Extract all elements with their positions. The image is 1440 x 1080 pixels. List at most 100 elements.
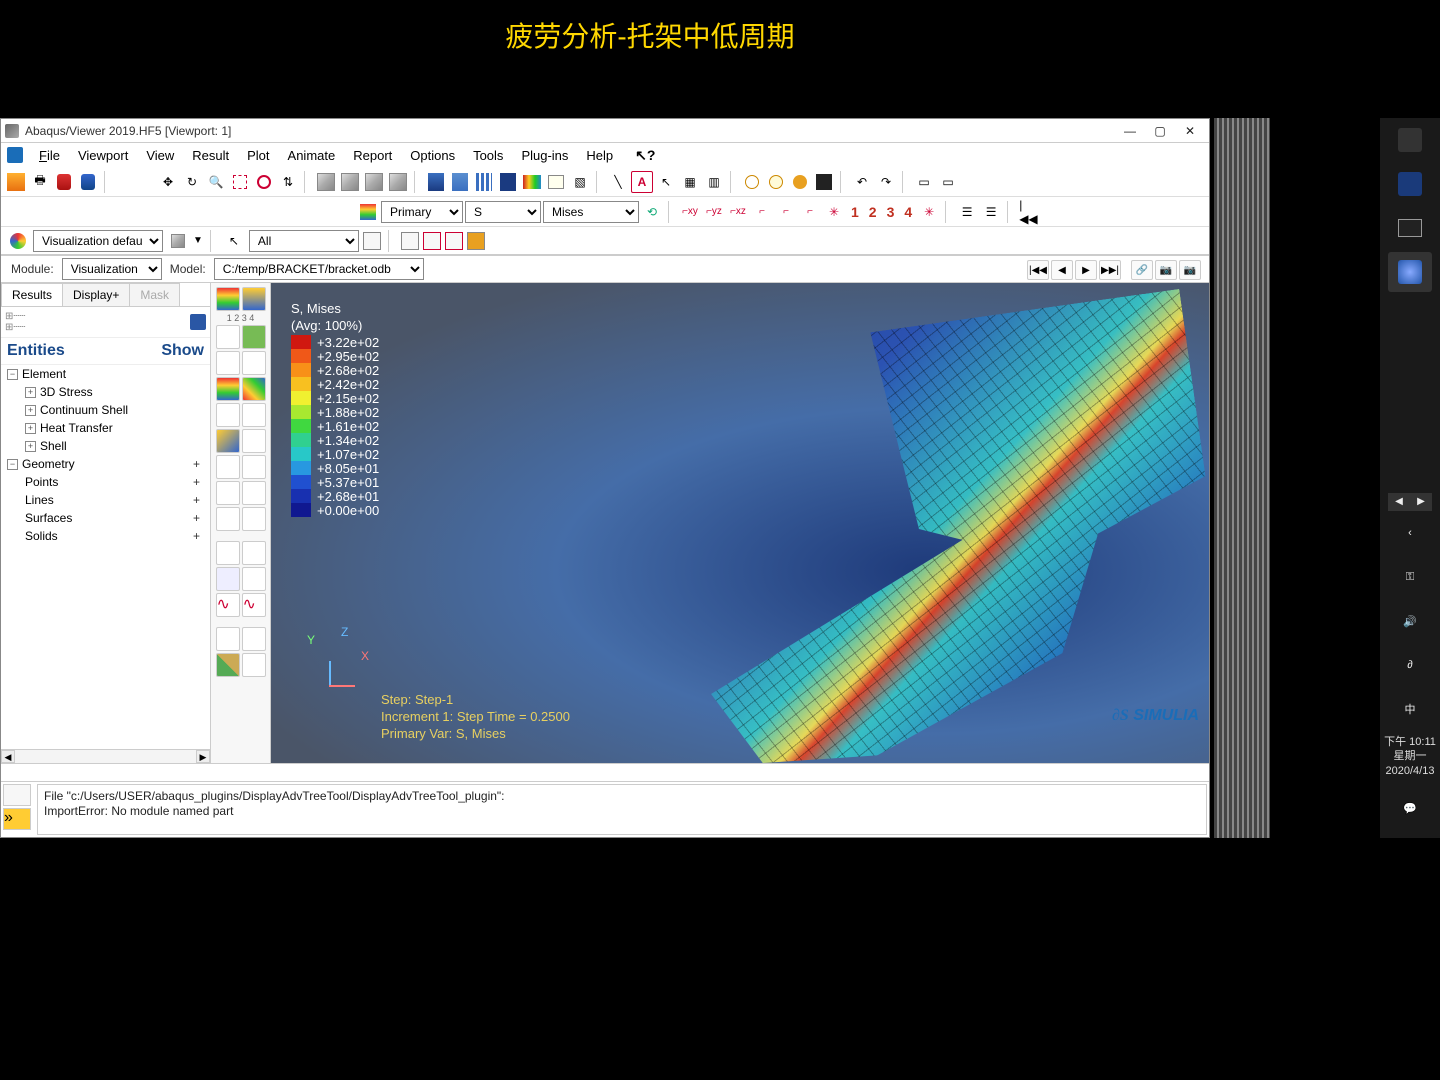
- rotate-icon[interactable]: ↻: [181, 171, 203, 193]
- zoom-box-icon[interactable]: [229, 171, 251, 193]
- sel-circle-icon[interactable]: [423, 232, 441, 250]
- view-1[interactable]: 1: [847, 204, 863, 220]
- sel-poly-icon[interactable]: [445, 232, 463, 250]
- db-red-icon[interactable]: [53, 171, 75, 193]
- variable-select[interactable]: S: [465, 201, 541, 223]
- viewport[interactable]: S, Mises (Avg: 100%) +3.22e+02+2.95e+02+…: [271, 283, 1209, 763]
- tray-ime-icon[interactable]: 中: [1388, 689, 1432, 729]
- camera1-icon[interactable]: 📷: [1155, 260, 1177, 280]
- minimize-button[interactable]: —: [1115, 121, 1145, 141]
- vector-icon[interactable]: [216, 429, 240, 453]
- grid1-icon[interactable]: ▦: [679, 171, 701, 193]
- sel-all-icon[interactable]: [467, 232, 485, 250]
- deformed-icon[interactable]: [242, 325, 266, 349]
- model-select[interactable]: C:/temp/BRACKET/bracket.odb: [214, 258, 424, 280]
- tray-wifi-icon[interactable]: ⚿: [1388, 557, 1432, 597]
- help-pointer-icon[interactable]: ↖?: [627, 145, 663, 166]
- menu-options[interactable]: Options: [402, 146, 463, 165]
- tree-heat-transfer[interactable]: Heat Transfer: [40, 421, 113, 435]
- tray-notifications-icon[interactable]: 💬: [1388, 788, 1432, 828]
- probe-icon[interactable]: [216, 627, 240, 651]
- taskbar-clock[interactable]: 下午 10:11 星期一 2020/4/13: [1384, 731, 1436, 782]
- tree-lines[interactable]: Lines: [25, 493, 54, 507]
- path-icon[interactable]: ∿: [216, 593, 240, 617]
- quilt-icon[interactable]: [242, 377, 266, 401]
- expand-icon[interactable]: +: [25, 441, 36, 452]
- new-button[interactable]: [5, 171, 27, 193]
- cycle-view-icon[interactable]: ⇅: [277, 171, 299, 193]
- spectrum-icon[interactable]: [521, 171, 543, 193]
- anim-scale-icon[interactable]: [216, 481, 240, 505]
- anim-save-icon[interactable]: [242, 507, 266, 531]
- csys-neg-xy-icon[interactable]: ⌐: [751, 201, 773, 223]
- tree-points[interactable]: Points: [25, 475, 58, 489]
- field-report-icon[interactable]: ▭: [937, 171, 959, 193]
- csys-yz-icon[interactable]: ⌐yz: [703, 201, 725, 223]
- sel-rect-icon[interactable]: [401, 232, 419, 250]
- xy-table-icon[interactable]: [216, 567, 240, 591]
- print-button[interactable]: 🖶: [29, 171, 51, 193]
- link-views-icon[interactable]: 🔗: [1131, 260, 1153, 280]
- freebody-icon[interactable]: [242, 653, 266, 677]
- field-output-icon[interactable]: [357, 201, 379, 223]
- menu-report[interactable]: Report: [345, 146, 400, 165]
- both-shape-icon[interactable]: [216, 351, 240, 375]
- xy-data-icon[interactable]: [216, 541, 240, 565]
- cube-dd-icon[interactable]: [167, 230, 189, 252]
- position-select[interactable]: Primary: [381, 201, 463, 223]
- legend-toggle-icon[interactable]: [545, 171, 567, 193]
- cli-prompt-icon[interactable]: »: [3, 808, 31, 830]
- csys-neg-yz-icon[interactable]: ⌐: [775, 201, 797, 223]
- tree-3d-stress[interactable]: 3D Stress: [40, 385, 93, 399]
- line-tool-icon[interactable]: ╲: [607, 171, 629, 193]
- select-arrow-icon[interactable]: ↖: [655, 171, 677, 193]
- xy-plot-icon[interactable]: [242, 541, 266, 565]
- maximize-button[interactable]: ▢: [1145, 121, 1175, 141]
- tree-shell[interactable]: Shell: [40, 439, 67, 453]
- dark-arrow-icon[interactable]: [813, 171, 835, 193]
- module-select[interactable]: Visualization: [62, 258, 162, 280]
- tray-network-icon[interactable]: ∂: [1388, 645, 1432, 685]
- view-4[interactable]: 4: [900, 204, 916, 220]
- color-mapping-icon[interactable]: [7, 230, 29, 252]
- stream-icon[interactable]: [242, 627, 266, 651]
- anim-time-icon[interactable]: [242, 481, 266, 505]
- first-button[interactable]: |◀◀: [1027, 260, 1049, 280]
- taskbar-abaqus-icon[interactable]: [1388, 252, 1432, 292]
- menu-help[interactable]: Help: [578, 146, 621, 165]
- msg-info-icon[interactable]: [3, 784, 31, 806]
- message-log[interactable]: File "c:/Users/USER/abaqus_plugins/Displ…: [37, 784, 1207, 835]
- model-tree-icon[interactable]: ▭: [913, 171, 935, 193]
- view-2[interactable]: 2: [865, 204, 881, 220]
- plot-contour-icon[interactable]: [216, 287, 240, 311]
- component-select[interactable]: Mises: [543, 201, 639, 223]
- first-frame-icon[interactable]: |◀◀: [1018, 201, 1040, 223]
- csys-xy-icon[interactable]: ⌐xy: [679, 201, 701, 223]
- grid2-icon[interactable]: ▥: [703, 171, 725, 193]
- close-button[interactable]: ✕: [1175, 121, 1205, 141]
- plot-symbol-icon[interactable]: [242, 287, 266, 311]
- db-blue-icon[interactable]: [77, 171, 99, 193]
- iso4-icon[interactable]: [387, 171, 409, 193]
- overlay-icon[interactable]: [242, 351, 266, 375]
- undeformed-icon[interactable]: [216, 325, 240, 349]
- view-3[interactable]: 3: [883, 204, 899, 220]
- tab-display-plus[interactable]: Display+: [62, 283, 130, 306]
- pick-arrow-icon[interactable]: ↖: [223, 230, 245, 252]
- collapse-icon[interactable]: −: [7, 369, 18, 380]
- tray-chevron-icon[interactable]: ‹: [1388, 513, 1432, 553]
- banded-icon[interactable]: [216, 377, 240, 401]
- taskbar-fesafe-icon[interactable]: [1388, 164, 1432, 204]
- xy-create-icon[interactable]: [242, 567, 266, 591]
- render1-icon[interactable]: [425, 171, 447, 193]
- tree-h-scrollbar[interactable]: ◀▶: [1, 749, 210, 763]
- triad-icon[interactable]: ✳: [823, 201, 845, 223]
- circle3-icon[interactable]: [789, 171, 811, 193]
- material-icon[interactable]: [242, 429, 266, 453]
- tray-volume-icon[interactable]: 🔊: [1388, 601, 1432, 641]
- redo-icon[interactable]: ↷: [875, 171, 897, 193]
- prev-button[interactable]: ◀: [1051, 260, 1073, 280]
- render2-icon[interactable]: [449, 171, 471, 193]
- circle1-icon[interactable]: [741, 171, 763, 193]
- circle2-icon[interactable]: [765, 171, 787, 193]
